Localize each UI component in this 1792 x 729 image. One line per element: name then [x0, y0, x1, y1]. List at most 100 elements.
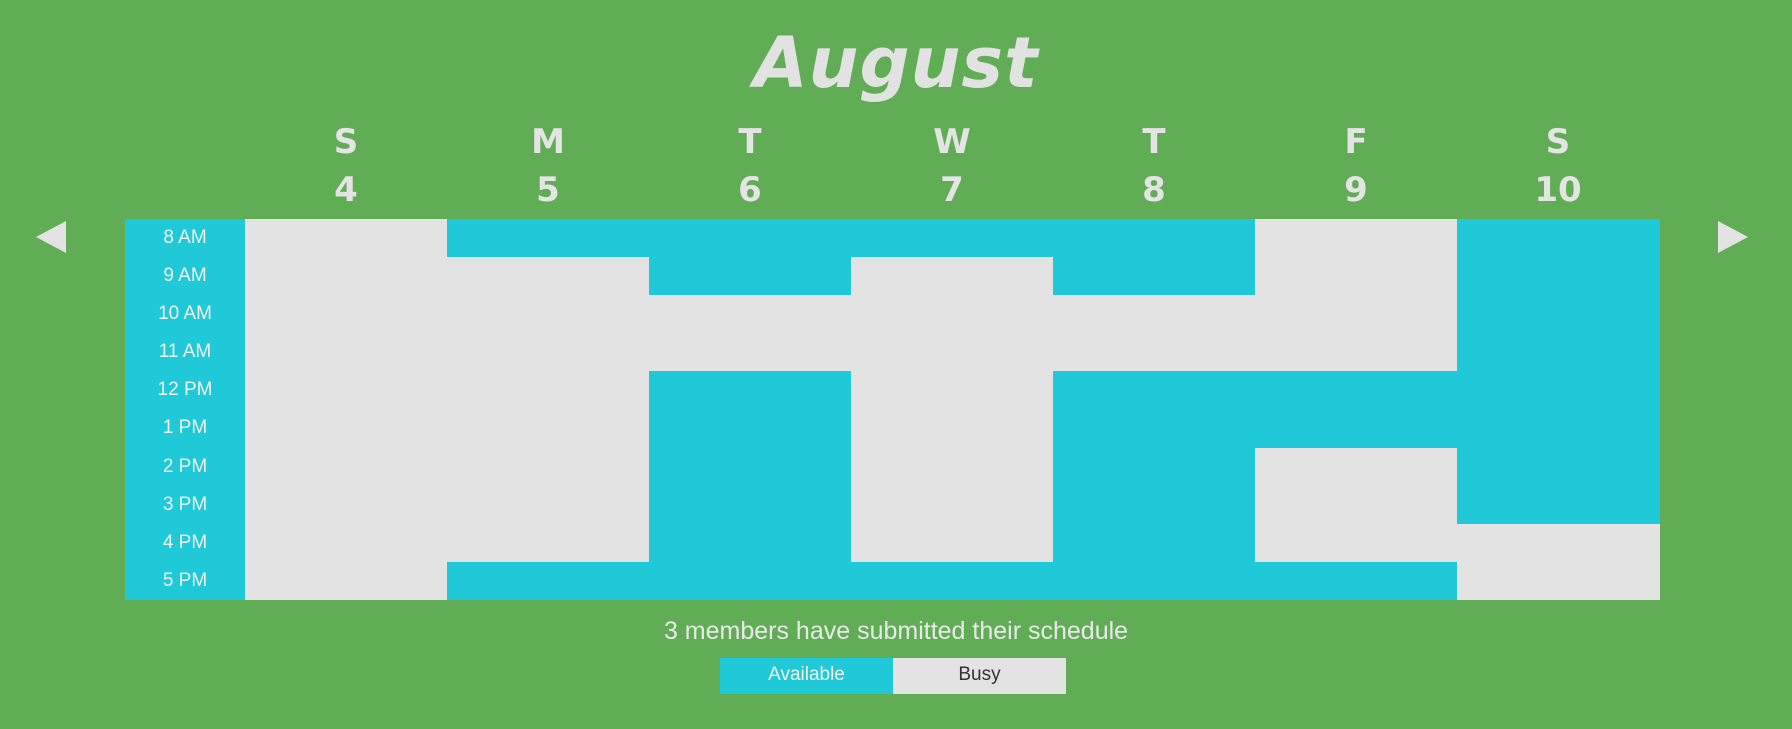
available-slot[interactable]: [1053, 485, 1256, 525]
day-number: 6: [738, 170, 762, 210]
busy-slot[interactable]: [1255, 219, 1458, 258]
busy-slot[interactable]: [1255, 257, 1458, 296]
available-slot[interactable]: [1457, 333, 1660, 372]
busy-slot[interactable]: [1255, 295, 1458, 334]
month-title: August: [753, 22, 1039, 104]
available-slot[interactable]: [649, 219, 852, 258]
day-number: 7: [940, 170, 964, 210]
busy-slot[interactable]: [447, 333, 650, 372]
busy-slot[interactable]: [447, 295, 650, 334]
busy-slot[interactable]: [649, 295, 852, 334]
busy-slot[interactable]: [851, 295, 1054, 334]
day-header: T8: [1053, 118, 1255, 214]
available-slot[interactable]: [649, 523, 852, 563]
available-slot[interactable]: [1457, 447, 1660, 487]
available-slot[interactable]: [1255, 371, 1458, 410]
busy-slot[interactable]: [245, 561, 448, 601]
busy-slot[interactable]: [1053, 295, 1256, 334]
busy-slot[interactable]: [851, 371, 1054, 410]
day-header: S4: [245, 118, 447, 214]
left-triangle-icon: [36, 221, 66, 253]
available-slot[interactable]: [1053, 219, 1256, 258]
busy-slot[interactable]: [245, 409, 448, 449]
day-header: W7: [851, 118, 1053, 214]
busy-slot[interactable]: [245, 219, 448, 258]
busy-slot[interactable]: [447, 485, 650, 525]
time-label: 4 PM: [162, 531, 208, 553]
busy-slot[interactable]: [245, 371, 448, 410]
available-slot[interactable]: [1053, 523, 1256, 563]
available-slot[interactable]: [1457, 485, 1660, 525]
busy-slot[interactable]: [447, 409, 650, 449]
busy-slot[interactable]: [447, 447, 650, 487]
time-label: 10 AM: [158, 303, 212, 325]
available-slot[interactable]: [649, 257, 852, 296]
available-slot[interactable]: [649, 485, 852, 525]
day-letter: F: [1344, 122, 1368, 162]
available-slot[interactable]: [447, 219, 650, 258]
day-header: S 10: [1457, 118, 1659, 214]
busy-slot[interactable]: [1255, 333, 1458, 372]
available-slot[interactable]: [1457, 295, 1660, 334]
busy-slot[interactable]: [447, 257, 650, 296]
available-slot[interactable]: [1457, 371, 1660, 410]
day-header: M5: [447, 118, 649, 214]
available-slot[interactable]: [1053, 371, 1256, 410]
busy-slot[interactable]: [851, 485, 1054, 525]
time-label: 3 PM: [162, 493, 208, 515]
day-header: T6: [649, 118, 851, 214]
day-letter: T: [738, 122, 762, 162]
available-slot[interactable]: [851, 561, 1054, 601]
busy-slot[interactable]: [1255, 523, 1458, 563]
available-slot[interactable]: [649, 371, 852, 410]
available-slot[interactable]: [447, 561, 650, 601]
available-slot[interactable]: [1255, 561, 1458, 601]
busy-slot[interactable]: [245, 295, 448, 334]
available-slot[interactable]: [1053, 561, 1256, 601]
time-label: 2 PM: [162, 455, 208, 477]
day-number: 4: [334, 170, 358, 210]
busy-slot[interactable]: [245, 333, 448, 372]
available-slot[interactable]: [851, 219, 1054, 258]
busy-slot[interactable]: [851, 447, 1054, 487]
day-header: F9: [1255, 118, 1457, 214]
busy-slot[interactable]: [245, 447, 448, 487]
available-slot[interactable]: [649, 447, 852, 487]
available-slot[interactable]: [1053, 257, 1256, 296]
available-slot[interactable]: [649, 409, 852, 449]
prev-week-button[interactable]: [30, 215, 72, 259]
time-label: 1 PM: [162, 417, 208, 439]
next-week-button[interactable]: [1712, 215, 1754, 259]
available-slot[interactable]: [1053, 409, 1256, 449]
day-letter: M: [531, 122, 565, 162]
busy-slot[interactable]: [245, 257, 448, 296]
busy-slot[interactable]: [245, 523, 448, 563]
busy-slot[interactable]: [447, 523, 650, 563]
available-slot[interactable]: [649, 561, 852, 601]
busy-slot[interactable]: [447, 371, 650, 410]
busy-slot[interactable]: [851, 523, 1054, 563]
day-letter: W: [933, 122, 971, 162]
time-column: 8 AM 9 AM 10 AM 11 AM 12 PM 1 PM 2 PM 3 PM 4 PM 5…: [125, 219, 245, 600]
available-slot[interactable]: [1457, 409, 1660, 449]
busy-slot[interactable]: [649, 333, 852, 372]
busy-slot[interactable]: [851, 333, 1054, 372]
day-number: 10: [1534, 170, 1582, 210]
busy-slot[interactable]: [1053, 333, 1256, 372]
busy-slot[interactable]: [1457, 561, 1660, 601]
available-slot[interactable]: [1457, 219, 1660, 258]
available-slot[interactable]: [1255, 409, 1458, 449]
busy-slot[interactable]: [1457, 523, 1660, 563]
day-letter: S: [333, 122, 359, 162]
available-slot[interactable]: [1053, 447, 1256, 487]
submission-status: 3 members have submitted their schedule: [663, 617, 1129, 645]
busy-slot[interactable]: [245, 485, 448, 525]
day-letter: S: [1545, 122, 1571, 162]
time-label: 8 AM: [163, 227, 207, 248]
available-slot[interactable]: [1457, 257, 1660, 296]
busy-slot[interactable]: [851, 257, 1054, 296]
busy-slot[interactable]: [1255, 485, 1458, 525]
busy-slot[interactable]: [851, 409, 1054, 449]
busy-slot[interactable]: [1255, 447, 1458, 487]
time-label: 12 PM: [157, 379, 213, 401]
